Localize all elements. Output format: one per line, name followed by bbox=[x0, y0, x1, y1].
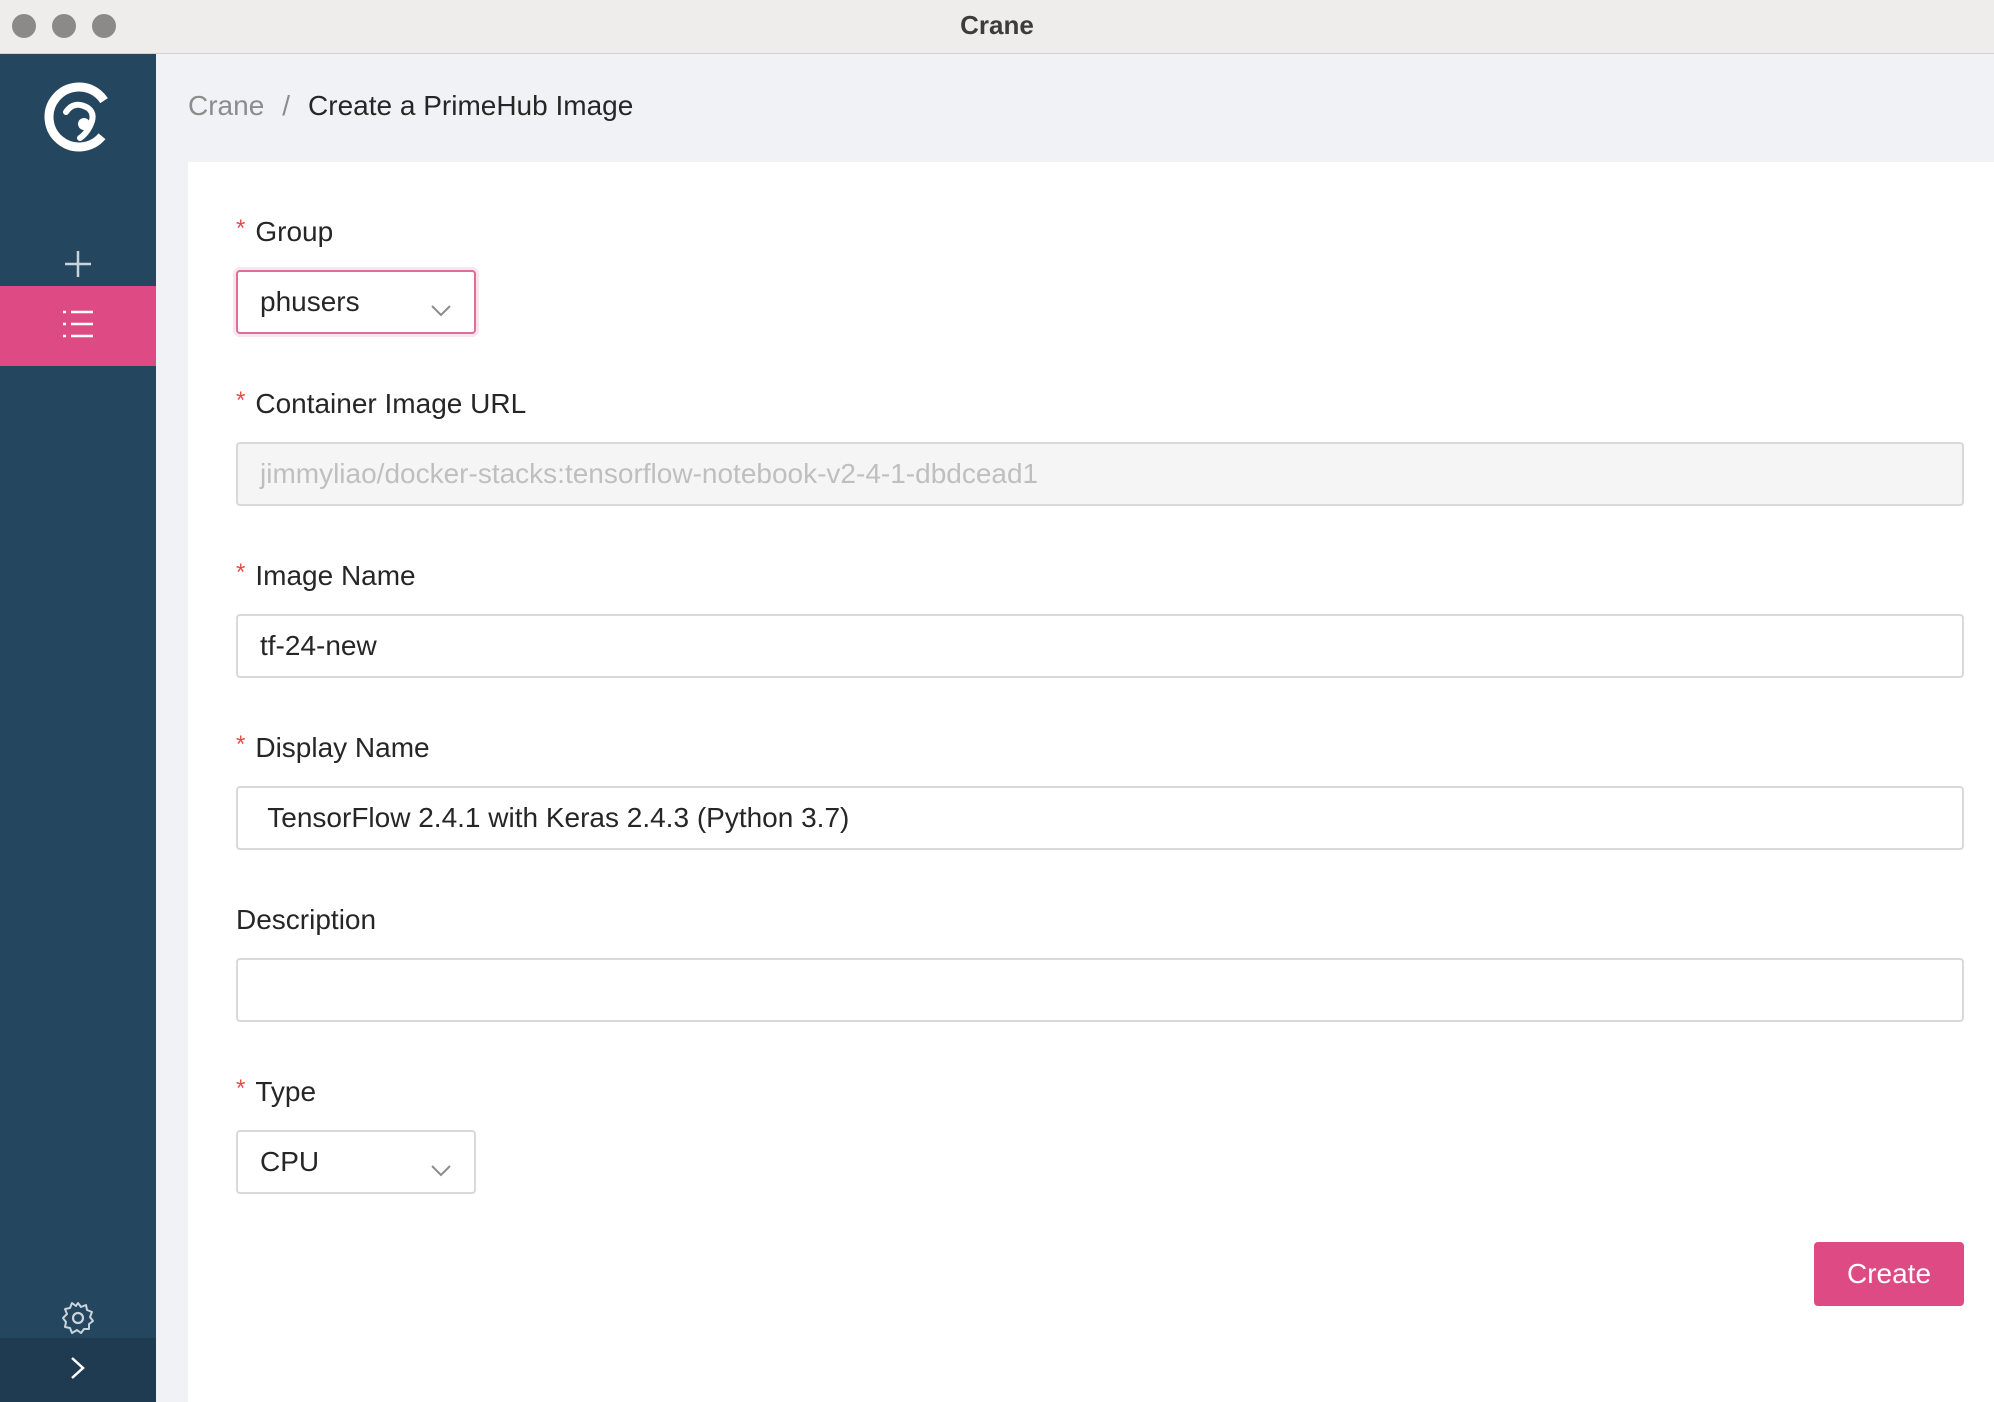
breadcrumb-separator: / bbox=[282, 90, 291, 121]
breadcrumb-current: Create a PrimeHub Image bbox=[308, 90, 634, 121]
description-field-label: Description bbox=[236, 904, 376, 936]
display-name-field-label: * Display Name bbox=[236, 731, 430, 764]
type-field-label: * Type bbox=[236, 1075, 317, 1108]
breadcrumb: Crane / Create a PrimeHub Image bbox=[188, 90, 633, 122]
description-label: Description bbox=[236, 904, 377, 935]
gear-icon bbox=[61, 1301, 95, 1340]
container-image-url-label: Container Image URL bbox=[255, 388, 527, 419]
group-select-value: phusers bbox=[260, 286, 360, 317]
chevron-down-icon bbox=[430, 294, 452, 326]
required-mark: * bbox=[236, 215, 246, 242]
image-name-label: Image Name bbox=[255, 560, 416, 591]
chevron-down-icon bbox=[430, 1154, 452, 1186]
group-label: Group bbox=[255, 216, 334, 247]
container-image-url-placeholder: jimmyliao/docker-stacks:tensorflow-noteb… bbox=[260, 458, 1039, 489]
breadcrumb-root-link[interactable]: Crane bbox=[188, 90, 264, 122]
plus-icon bbox=[63, 249, 93, 284]
sidebar bbox=[0, 54, 156, 1402]
type-label: Type bbox=[255, 1076, 317, 1107]
list-icon bbox=[61, 309, 95, 344]
image-name-field-label: * Image Name bbox=[236, 559, 416, 592]
type-select[interactable]: CPU bbox=[236, 1130, 476, 1194]
image-name-value: tf-24-new bbox=[260, 630, 377, 661]
title-bar: Crane bbox=[0, 0, 1994, 54]
create-button[interactable]: Create bbox=[1814, 1242, 1964, 1306]
group-field-label: * Group bbox=[236, 215, 334, 248]
chevron-right-icon bbox=[68, 1355, 88, 1386]
window-title: Crane bbox=[960, 10, 1034, 40]
type-select-value: CPU bbox=[260, 1146, 320, 1177]
display-name-input[interactable]: TensorFlow 2.4.1 with Keras 2.4.3 (Pytho… bbox=[236, 786, 1964, 850]
required-mark: * bbox=[236, 731, 246, 758]
sidebar-collapse-button[interactable] bbox=[0, 1338, 156, 1402]
container-image-url-field-label: * Container Image URL bbox=[236, 387, 527, 420]
group-select[interactable]: phusers bbox=[236, 270, 476, 334]
sidebar-item-images[interactable] bbox=[0, 286, 156, 366]
required-mark: * bbox=[236, 559, 246, 586]
app-logo-icon[interactable] bbox=[44, 82, 114, 152]
app-window: Crane Crane / Create a PrimeHub Image * … bbox=[0, 0, 1994, 1402]
display-name-label: Display Name bbox=[255, 732, 430, 763]
required-mark: * bbox=[236, 1075, 246, 1102]
required-mark: * bbox=[236, 387, 246, 414]
image-name-input[interactable]: tf-24-new bbox=[236, 614, 1964, 678]
description-input[interactable] bbox=[236, 958, 1964, 1022]
container-image-url-input[interactable]: jimmyliao/docker-stacks:tensorflow-noteb… bbox=[236, 442, 1964, 506]
display-name-value: TensorFlow 2.4.1 with Keras 2.4.3 (Pytho… bbox=[260, 802, 850, 833]
create-image-form: * Group phusers * Container Image URL ji… bbox=[188, 162, 1994, 1402]
